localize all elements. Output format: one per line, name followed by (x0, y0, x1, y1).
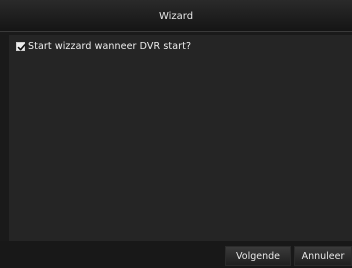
next-button[interactable]: Volgende (225, 246, 291, 266)
wizard-content-panel: Start wizzard wanneer DVR start? (9, 35, 352, 241)
cancel-button[interactable]: Annuleer (294, 246, 352, 266)
start-wizard-option[interactable]: Start wizzard wanneer DVR start? (16, 40, 191, 52)
start-wizard-label: Start wizzard wanneer DVR start? (28, 40, 192, 52)
start-wizard-checkbox[interactable] (16, 41, 26, 51)
wizard-window: Wizard Start wizzard wanneer DVR start? … (0, 0, 352, 268)
title-bar: Wizard (0, 0, 352, 32)
window-title: Wizard (158, 10, 194, 22)
checkmark-icon (17, 43, 26, 50)
title-separator (0, 31, 352, 32)
